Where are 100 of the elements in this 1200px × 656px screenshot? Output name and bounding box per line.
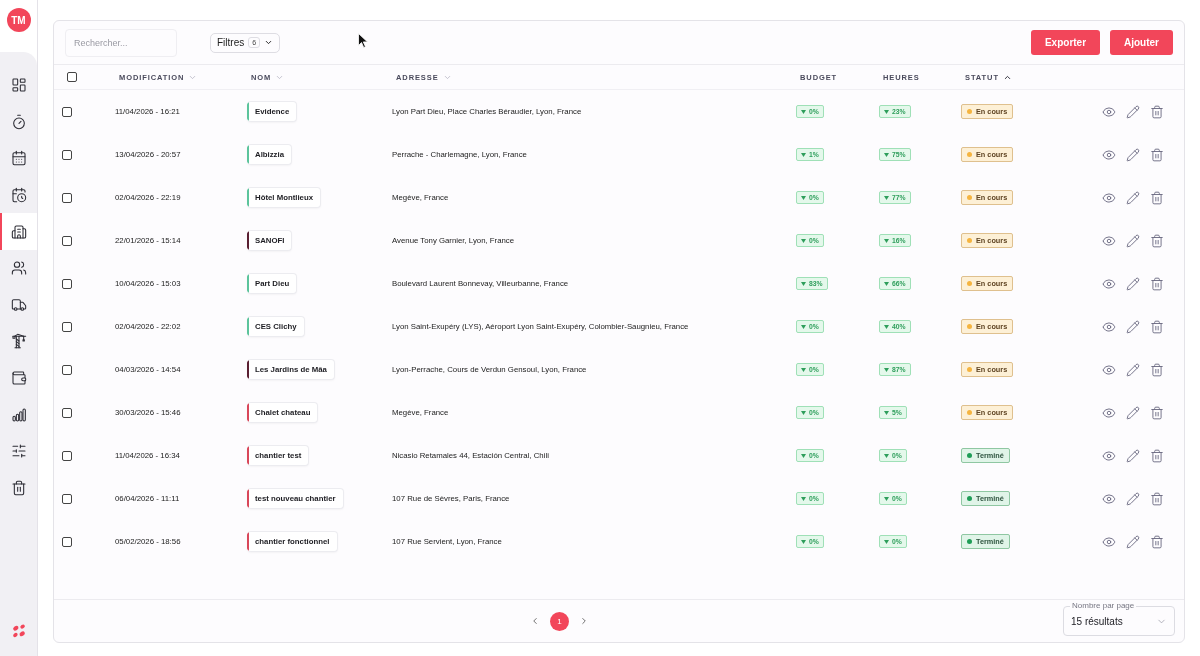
view-button[interactable] xyxy=(1102,190,1116,205)
status-dot-icon xyxy=(967,152,972,157)
pencil-icon xyxy=(1126,448,1140,463)
triangle-down-icon xyxy=(884,539,889,544)
user-avatar[interactable]: TM xyxy=(6,8,31,32)
previous-page-button[interactable] xyxy=(530,616,540,626)
triangle-down-icon xyxy=(801,367,806,372)
trash-icon xyxy=(1150,405,1164,420)
edit-button[interactable] xyxy=(1126,448,1140,463)
triangle-down-icon xyxy=(801,453,806,458)
eye-icon xyxy=(1102,104,1116,119)
view-button[interactable] xyxy=(1102,362,1116,377)
eye-icon xyxy=(1102,233,1116,248)
delete-button[interactable] xyxy=(1150,319,1164,334)
delete-button[interactable] xyxy=(1150,405,1164,420)
edit-button[interactable] xyxy=(1126,104,1140,119)
delete-button[interactable] xyxy=(1150,534,1164,549)
truck-icon xyxy=(10,296,27,313)
status-dot-icon xyxy=(967,539,972,544)
trash-icon xyxy=(10,479,27,496)
trash-icon xyxy=(1150,104,1164,119)
delete-button[interactable] xyxy=(1150,104,1164,119)
trash-icon xyxy=(1150,276,1164,291)
pencil-icon xyxy=(1126,362,1140,377)
view-button[interactable] xyxy=(1102,147,1116,162)
sliders-icon xyxy=(10,443,27,460)
triangle-down-icon xyxy=(884,238,889,243)
edit-button[interactable] xyxy=(1126,319,1140,334)
view-button[interactable] xyxy=(1102,491,1116,506)
buildings-icon xyxy=(10,223,27,240)
delete-button[interactable] xyxy=(1150,362,1164,377)
row-checkbox[interactable] xyxy=(62,407,72,418)
row-checkbox[interactable] xyxy=(62,235,72,246)
calendar-icon xyxy=(10,150,27,167)
people-icon xyxy=(10,260,27,277)
row-checkbox[interactable] xyxy=(62,450,72,461)
view-button[interactable] xyxy=(1102,534,1116,549)
triangle-down-icon xyxy=(884,496,889,501)
delete-button[interactable] xyxy=(1150,190,1164,205)
edit-button[interactable] xyxy=(1126,233,1140,248)
delete-button[interactable] xyxy=(1150,147,1164,162)
triangle-down-icon xyxy=(801,109,806,114)
triangle-down-icon xyxy=(801,539,806,544)
row-checkbox[interactable] xyxy=(62,536,72,547)
view-button[interactable] xyxy=(1102,276,1116,291)
action-button[interactable]: Ajouter xyxy=(1110,30,1173,55)
edit-button[interactable] xyxy=(1126,534,1140,549)
triangle-down-icon xyxy=(884,410,889,415)
next-page-button[interactable] xyxy=(579,616,589,626)
sidebar-item[interactable] xyxy=(0,213,37,250)
edit-button[interactable] xyxy=(1126,190,1140,205)
search-field[interactable]: Rechercher... xyxy=(65,28,177,57)
row-checkbox[interactable] xyxy=(62,364,72,375)
pencil-icon xyxy=(1126,491,1140,506)
row-checkbox[interactable] xyxy=(62,321,72,332)
eye-icon xyxy=(1102,190,1116,205)
view-button[interactable] xyxy=(1102,405,1116,420)
triangle-down-icon xyxy=(884,281,889,286)
eye-icon xyxy=(1102,147,1116,162)
chevron-left-icon xyxy=(530,616,540,626)
triangle-down-icon xyxy=(801,195,806,200)
edit-button[interactable] xyxy=(1126,362,1140,377)
view-button[interactable] xyxy=(1102,104,1116,119)
delete-button[interactable] xyxy=(1150,491,1164,506)
row-checkbox[interactable] xyxy=(62,192,72,203)
delete-button[interactable] xyxy=(1150,276,1164,291)
triangle-down-icon xyxy=(884,195,889,200)
trash-icon xyxy=(1150,491,1164,506)
triangle-down-icon xyxy=(884,367,889,372)
view-button[interactable] xyxy=(1102,448,1116,463)
row-checkbox[interactable] xyxy=(62,106,72,117)
row-checkbox[interactable] xyxy=(62,149,72,160)
view-button[interactable] xyxy=(1102,319,1116,334)
triangle-down-icon xyxy=(801,238,806,243)
trash-icon xyxy=(1150,448,1164,463)
status-dot-icon xyxy=(967,109,972,114)
eye-icon xyxy=(1102,491,1116,506)
edit-button[interactable] xyxy=(1126,147,1140,162)
triangle-down-icon xyxy=(801,324,806,329)
view-button[interactable] xyxy=(1102,233,1116,248)
edit-button[interactable] xyxy=(1126,276,1140,291)
select-all-checkbox[interactable] xyxy=(67,72,77,82)
triangle-down-icon xyxy=(884,109,889,114)
pencil-icon xyxy=(1126,534,1140,549)
page-button[interactable]: 1 xyxy=(550,611,569,631)
stopwatch-icon xyxy=(10,113,27,130)
delete-button[interactable] xyxy=(1150,233,1164,248)
delete-button[interactable] xyxy=(1150,448,1164,463)
triangle-down-icon xyxy=(801,152,806,157)
eye-icon xyxy=(1102,448,1116,463)
row-checkbox[interactable] xyxy=(62,493,72,504)
mouse-pointer-icon xyxy=(358,33,368,48)
triangle-down-icon xyxy=(801,496,806,501)
edit-button[interactable] xyxy=(1126,405,1140,420)
pencil-icon xyxy=(1126,319,1140,334)
row-checkbox[interactable] xyxy=(62,278,72,289)
action-button[interactable]: Exporter xyxy=(1031,30,1100,55)
edit-button[interactable] xyxy=(1126,491,1140,506)
logo-icon xyxy=(10,623,27,639)
trash-icon xyxy=(1150,534,1164,549)
